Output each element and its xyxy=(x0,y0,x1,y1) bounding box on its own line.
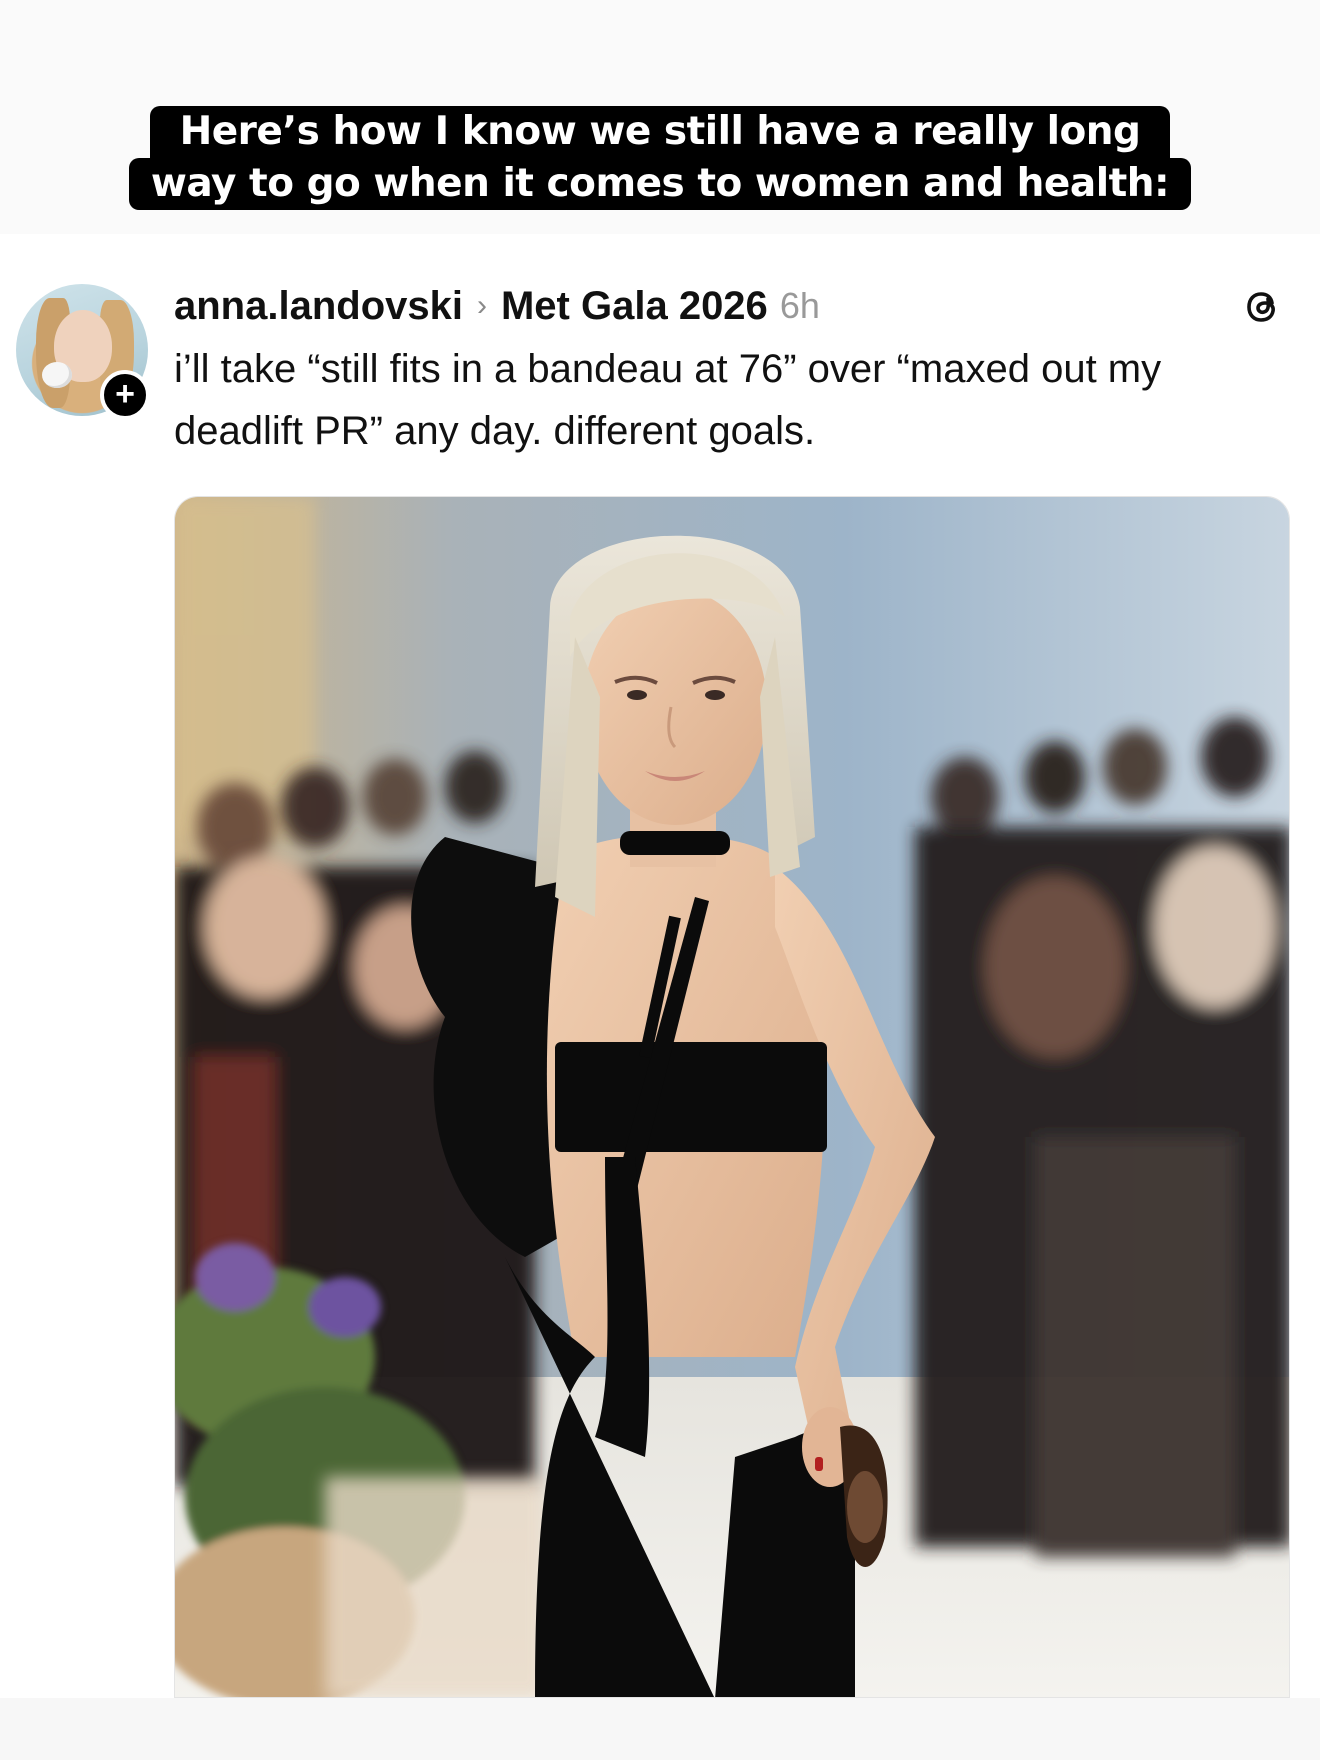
post-photo[interactable] xyxy=(174,496,1290,1698)
post-timestamp: 6h xyxy=(779,285,820,326)
topic-link[interactable]: Met Gala 2026 xyxy=(501,284,768,329)
overlay-caption: Here’s how I know we still have a really… xyxy=(0,106,1320,210)
username-link[interactable]: anna.landovski xyxy=(174,284,463,329)
avatar-bubble xyxy=(42,362,72,388)
screenshot-page: Here’s how I know we still have a really… xyxy=(0,0,1320,1760)
chevron-right-icon: › xyxy=(476,289,487,322)
follow-button[interactable]: + xyxy=(100,370,150,420)
caption-line-2: way to go when it comes to women and hea… xyxy=(128,158,1192,210)
bottom-band xyxy=(0,1698,1320,1760)
threads-post[interactable]: + anna.landovski › Met Gala 2026 6h i’ll… xyxy=(0,234,1320,1698)
threads-icon[interactable] xyxy=(1238,282,1286,330)
post-text: i’ll take “still fits in a bandeau at 76… xyxy=(174,347,1162,453)
caption-line-1: Here’s how I know we still have a really… xyxy=(149,106,1171,158)
post-header: anna.landovski › Met Gala 2026 6h xyxy=(174,278,820,334)
photo-illustration xyxy=(175,497,1289,1697)
